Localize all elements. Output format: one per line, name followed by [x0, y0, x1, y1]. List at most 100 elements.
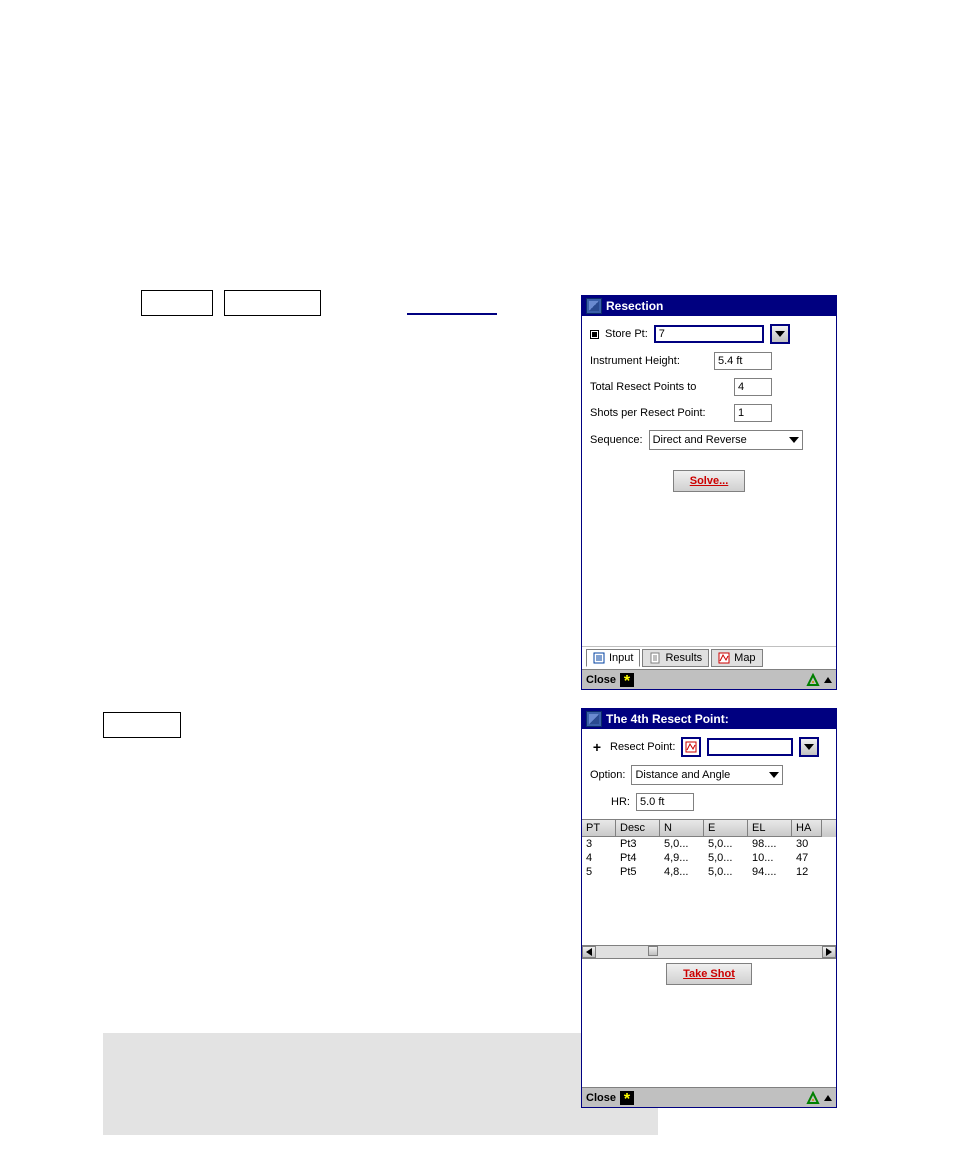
cell-e: 5,0...	[704, 837, 748, 851]
nth-resect-point-dialog: The 4th Resect Point: + Resect Point: Op…	[581, 708, 837, 1108]
cell-n: 5,0...	[660, 837, 704, 851]
cell-pt: 3	[582, 837, 616, 851]
col-pt[interactable]: PT	[582, 820, 616, 837]
cell-ha: 47	[792, 851, 822, 865]
close-button[interactable]: Close	[586, 1092, 616, 1104]
cell-desc: Pt4	[616, 851, 660, 865]
tab-results-label: Results	[665, 652, 702, 664]
tab-map-label: Map	[734, 652, 755, 664]
shots-per-point-input[interactable]	[734, 404, 772, 422]
document-icon	[649, 652, 661, 664]
chevron-down-icon	[769, 772, 779, 778]
outline-box-3	[103, 712, 181, 738]
chevron-down-icon	[804, 744, 814, 750]
take-shot-button[interactable]: Take Shot	[666, 963, 752, 985]
cell-e: 5,0...	[704, 851, 748, 865]
option-select[interactable]: Distance and Angle	[631, 765, 783, 785]
total-resect-points-input[interactable]	[734, 378, 772, 396]
sequence-select[interactable]: Direct and Reverse	[649, 430, 803, 450]
option-label: Option:	[590, 769, 625, 781]
outline-box-2	[224, 290, 321, 316]
tab-results[interactable]: Results	[642, 649, 709, 667]
cell-desc: Pt5	[616, 865, 660, 879]
map-icon	[685, 741, 697, 753]
cell-n: 4,8...	[660, 865, 704, 879]
resection-title: Resection	[606, 299, 663, 313]
col-ha[interactable]: HA	[792, 820, 822, 837]
store-pt-dropdown-button[interactable]	[770, 324, 790, 344]
cell-n: 4,9...	[660, 851, 704, 865]
solve-button-label: Solve...	[690, 475, 729, 487]
scroll-track[interactable]	[596, 946, 822, 958]
cell-el: 10...	[748, 851, 792, 865]
cell-e: 5,0...	[704, 865, 748, 879]
table-row[interactable]: 3 Pt3 5,0... 5,0... 98.... 30	[582, 837, 836, 851]
cell-desc: Pt3	[616, 837, 660, 851]
outline-box-1	[141, 290, 213, 316]
scroll-thumb[interactable]	[648, 946, 658, 956]
scroll-right-button[interactable]	[822, 946, 836, 958]
col-el[interactable]: EL	[748, 820, 792, 837]
table-body: 3 Pt3 5,0... 5,0... 98.... 30 4 Pt4 4,9.…	[582, 837, 836, 945]
sequence-value: Direct and Reverse	[653, 434, 747, 446]
table-row[interactable]: 4 Pt4 4,9... 5,0... 10... 47	[582, 851, 836, 865]
resection-titlebar[interactable]: Resection	[582, 296, 836, 316]
solve-button[interactable]: Solve...	[673, 470, 746, 492]
nth-point-statusbar: Close	[582, 1087, 836, 1107]
nth-point-form: + Resect Point: Option: Distance and Ang…	[582, 729, 836, 811]
cell-pt: 4	[582, 851, 616, 865]
store-point-marker-icon	[590, 330, 599, 339]
scroll-left-button[interactable]	[582, 946, 596, 958]
app-icon	[586, 298, 602, 314]
shots-per-point-label: Shots per Resect Point:	[590, 407, 728, 419]
resect-point-label: Resect Point:	[610, 741, 675, 753]
horizontal-scrollbar[interactable]	[582, 945, 836, 959]
resect-point-input[interactable]	[707, 738, 793, 756]
table-row[interactable]: 5 Pt5 4,8... 5,0... 94.... 12	[582, 865, 836, 879]
favorite-icon[interactable]	[620, 1091, 634, 1105]
map-icon	[718, 652, 730, 664]
instrument-status-icon[interactable]	[806, 1091, 820, 1105]
col-e[interactable]: E	[704, 820, 748, 837]
resection-tabs: Input Results Map	[582, 646, 836, 667]
instrument-height-label: Instrument Height:	[590, 355, 708, 367]
nth-point-title: The 4th Resect Point:	[606, 712, 729, 726]
resection-form: Store Pt: Instrument Height: Total Resec…	[582, 316, 836, 496]
cell-el: 94....	[748, 865, 792, 879]
app-icon	[586, 711, 602, 727]
tab-map[interactable]: Map	[711, 649, 762, 667]
expand-up-icon[interactable]	[824, 677, 832, 683]
expand-up-icon[interactable]	[824, 1095, 832, 1101]
pick-from-map-button[interactable]	[681, 737, 701, 757]
triangle-right-icon	[826, 948, 832, 956]
instrument-status-icon[interactable]	[806, 673, 820, 687]
tab-input-label: Input	[609, 652, 633, 664]
store-pt-input[interactable]	[654, 325, 764, 343]
sequence-label: Sequence:	[590, 434, 643, 446]
nth-point-titlebar[interactable]: The 4th Resect Point:	[582, 709, 836, 729]
chevron-down-icon	[789, 437, 799, 443]
close-button[interactable]: Close	[586, 674, 616, 686]
total-resect-points-label: Total Resect Points to	[590, 381, 728, 393]
cell-ha: 30	[792, 837, 822, 851]
chevron-down-icon	[775, 331, 785, 337]
hr-label: HR:	[590, 796, 630, 808]
cell-ha: 12	[792, 865, 822, 879]
plus-icon: +	[590, 739, 604, 755]
col-desc[interactable]: Desc	[616, 820, 660, 837]
store-pt-label: Store Pt:	[605, 328, 648, 340]
underline-mark	[407, 313, 497, 315]
favorite-icon[interactable]	[620, 673, 634, 687]
take-shot-bar: Take Shot	[582, 959, 836, 989]
option-value: Distance and Angle	[635, 769, 730, 781]
resect-point-dropdown-button[interactable]	[799, 737, 819, 757]
col-n[interactable]: N	[660, 820, 704, 837]
resection-dialog: Resection Store Pt: Instrument Height: T…	[581, 295, 837, 690]
note-panel	[103, 1033, 658, 1135]
instrument-height-input[interactable]	[714, 352, 772, 370]
shots-table: PT Desc N E EL HA 3 Pt3 5,0... 5,0... 98…	[582, 819, 836, 959]
cell-el: 98....	[748, 837, 792, 851]
hr-input[interactable]	[636, 793, 694, 811]
tab-input[interactable]: Input	[586, 649, 640, 667]
resection-statusbar: Close	[582, 669, 836, 689]
